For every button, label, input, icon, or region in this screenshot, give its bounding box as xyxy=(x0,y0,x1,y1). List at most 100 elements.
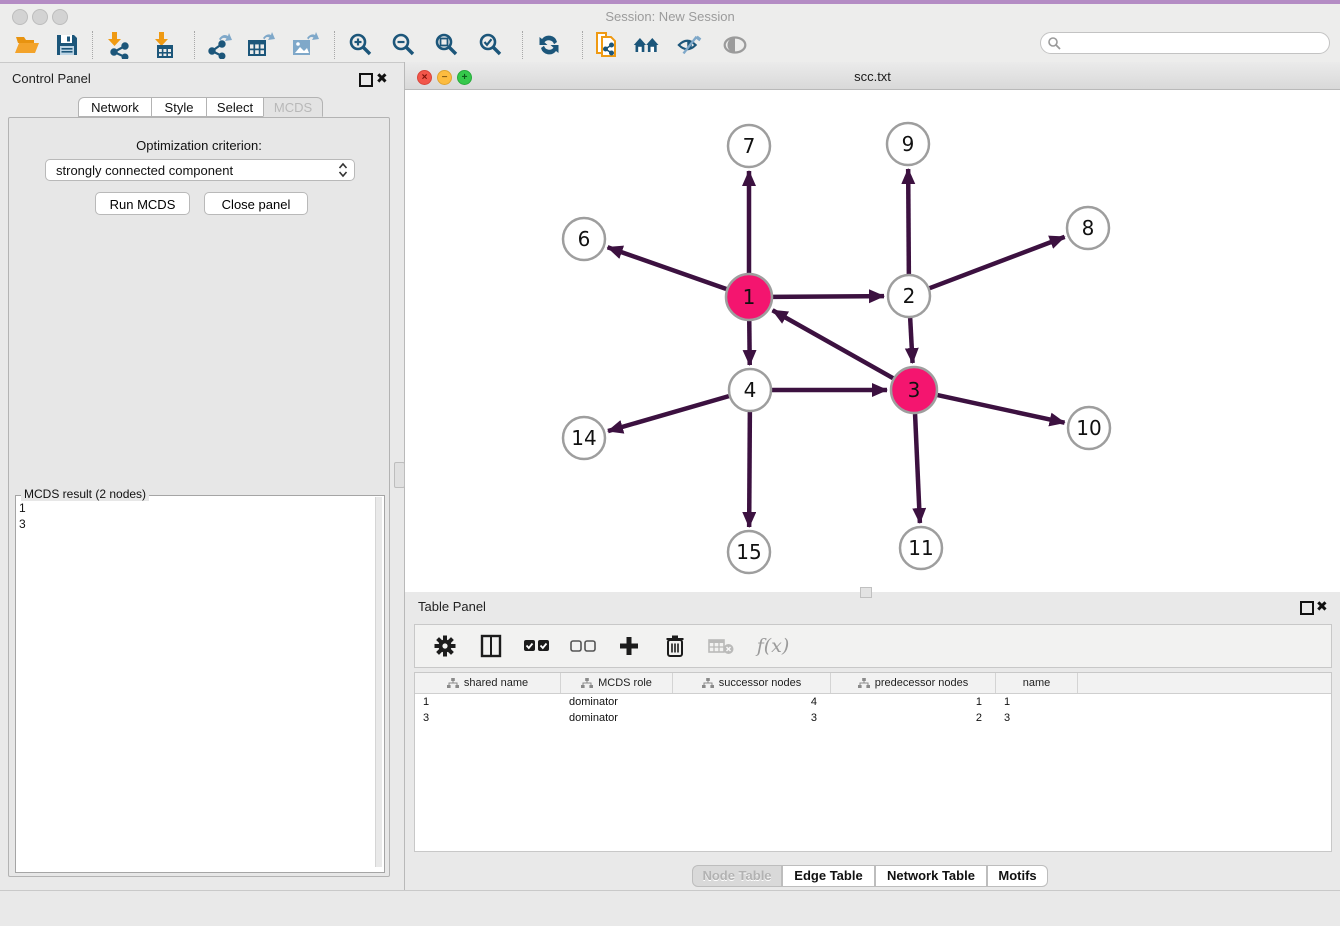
open-folder-icon[interactable] xyxy=(12,30,42,60)
table-panel-float-button[interactable] xyxy=(1300,601,1314,615)
edge-3-11[interactable] xyxy=(915,414,920,523)
duplicate-network-icon[interactable] xyxy=(592,30,622,60)
node-label-1: 1 xyxy=(743,285,756,309)
column-header-predecessor-nodes[interactable]: predecessor nodes xyxy=(831,673,996,693)
column-header-successor-nodes[interactable]: successor nodes xyxy=(673,673,831,693)
export-network-icon[interactable] xyxy=(204,30,234,60)
hide-graphics-details-icon[interactable] xyxy=(676,30,706,60)
function-builder-icon[interactable]: f(x) xyxy=(753,631,793,661)
settings-gear-icon[interactable] xyxy=(431,631,459,661)
edge-3-10[interactable] xyxy=(937,395,1064,423)
import-network-icon[interactable] xyxy=(103,30,133,60)
zoom-selected-icon[interactable] xyxy=(476,30,506,60)
toolbar-separator xyxy=(334,31,335,59)
cell-shared-name[interactable]: 1 xyxy=(415,694,561,710)
close-panel-button[interactable]: Close panel xyxy=(204,192,308,215)
network-canvas[interactable]: 7968124314101511 xyxy=(405,90,1340,592)
node-label-6: 6 xyxy=(578,227,591,251)
toolbar-separator xyxy=(522,31,523,59)
fx-label: f(x) xyxy=(757,635,790,657)
cell-predecessor-nodes[interactable]: 1 xyxy=(831,694,996,710)
mcds-result-box xyxy=(15,495,385,873)
node-label-7: 7 xyxy=(743,134,756,158)
node-label-14: 14 xyxy=(571,426,596,450)
import-table-icon[interactable] xyxy=(150,30,180,60)
column-tree-icon xyxy=(447,678,459,689)
tab-select[interactable]: Select xyxy=(206,97,264,117)
edge-1-6[interactable] xyxy=(608,247,727,289)
network-graph: 7968124314101511 xyxy=(405,90,1340,592)
refresh-layout-icon[interactable] xyxy=(534,30,564,60)
vertical-splitter-handle[interactable] xyxy=(394,462,405,488)
cell-MCDS-role[interactable]: dominator xyxy=(561,710,673,726)
search-box[interactable] xyxy=(1040,32,1330,54)
delete-column-trash-icon[interactable] xyxy=(661,631,689,661)
tab-network-table[interactable]: Network Table xyxy=(875,865,987,887)
table-panel-close-icon[interactable]: ✖ xyxy=(1316,599,1328,613)
control-panel-title: Control Panel xyxy=(12,71,91,86)
toolbar-separator xyxy=(92,31,93,59)
tab-network[interactable]: Network xyxy=(78,97,152,117)
zoom-fit-icon[interactable] xyxy=(432,30,462,60)
toolbar-separator xyxy=(194,31,195,59)
add-column-icon[interactable] xyxy=(615,631,643,661)
delete-table-icon[interactable] xyxy=(707,631,735,661)
node-table[interactable]: shared nameMCDS rolesuccessor nodesprede… xyxy=(414,672,1332,852)
edge-3-1[interactable] xyxy=(773,310,894,378)
criterion-value: strongly connected component xyxy=(56,163,338,178)
run-mcds-button[interactable]: Run MCDS xyxy=(95,192,190,215)
toolbar-separator xyxy=(582,31,583,59)
select-all-checks-icon[interactable] xyxy=(523,631,551,661)
network-window-title: scc.txt xyxy=(405,69,1340,84)
column-header-name[interactable]: name xyxy=(996,673,1078,693)
node-label-9: 9 xyxy=(902,132,915,156)
node-label-8: 8 xyxy=(1082,216,1095,240)
edge-2-8[interactable] xyxy=(930,237,1065,288)
export-image-icon[interactable] xyxy=(290,30,320,60)
export-table-icon[interactable] xyxy=(246,30,276,60)
table-panel-title: Table Panel xyxy=(418,599,486,614)
tab-motifs[interactable]: Motifs xyxy=(987,865,1048,887)
cell-name[interactable]: 1 xyxy=(996,694,1078,710)
cell-successor-nodes[interactable]: 3 xyxy=(673,710,831,726)
zoom-out-icon[interactable] xyxy=(389,30,419,60)
table-body: 1dominator4113dominator323 xyxy=(415,694,1331,726)
criterion-dropdown[interactable]: strongly connected component xyxy=(45,159,355,181)
table-row[interactable]: 3dominator323 xyxy=(415,710,1331,726)
cell-successor-nodes[interactable]: 4 xyxy=(673,694,831,710)
zoom-in-icon[interactable] xyxy=(346,30,376,60)
cell-MCDS-role[interactable]: dominator xyxy=(561,694,673,710)
node-label-11: 11 xyxy=(908,536,933,560)
main-toolbar xyxy=(0,28,1340,63)
edge-2-3[interactable] xyxy=(910,318,912,363)
save-session-icon[interactable] xyxy=(52,30,82,60)
cell-name[interactable]: 3 xyxy=(996,710,1078,726)
table-row[interactable]: 1dominator411 xyxy=(415,694,1331,710)
table-toolbar: f(x) xyxy=(414,624,1332,668)
edge-4-14[interactable] xyxy=(608,396,729,431)
edge-4-15[interactable] xyxy=(749,412,750,527)
split-columns-icon[interactable] xyxy=(477,631,505,661)
cell-shared-name[interactable]: 3 xyxy=(415,710,561,726)
status-bar: Memory xyxy=(0,890,1340,926)
column-header-shared-name[interactable]: shared name xyxy=(415,673,561,693)
tab-style[interactable]: Style xyxy=(151,97,207,117)
edge-2-9[interactable] xyxy=(908,169,909,274)
tab-edge-table[interactable]: Edge Table xyxy=(782,865,875,887)
column-header-MCDS-role[interactable]: MCDS role xyxy=(561,673,673,693)
column-tree-icon xyxy=(702,678,714,689)
search-icon xyxy=(1047,36,1062,51)
control-panel-close-icon[interactable]: ✖ xyxy=(376,71,388,85)
control-panel-float-button[interactable] xyxy=(359,73,373,87)
edge-1-2[interactable] xyxy=(773,296,884,297)
search-input[interactable] xyxy=(1062,35,1329,51)
cell-predecessor-nodes[interactable]: 2 xyxy=(831,710,996,726)
horizontal-splitter-handle[interactable] xyxy=(860,587,872,598)
home-layout-icon[interactable] xyxy=(632,30,662,60)
deselect-all-checks-icon[interactable] xyxy=(569,631,597,661)
tab-node-table[interactable]: Node Table xyxy=(692,865,782,887)
tab-mcds[interactable]: MCDS xyxy=(263,97,323,117)
chevron-up-down-icon xyxy=(338,162,348,178)
show-eye-icon[interactable] xyxy=(720,30,750,60)
result-scrollbar[interactable] xyxy=(375,497,382,867)
